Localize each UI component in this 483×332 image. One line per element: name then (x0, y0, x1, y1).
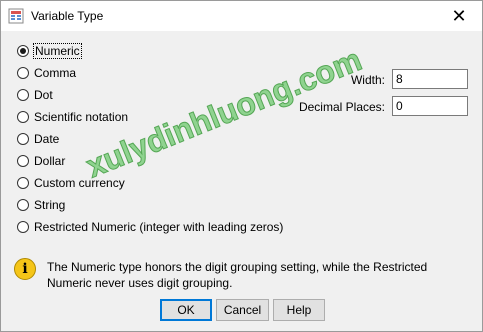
info-icon: i (14, 258, 36, 280)
cancel-button[interactable]: Cancel (216, 299, 269, 321)
radio-button-comma[interactable] (17, 67, 29, 79)
title-bar: Variable Type ✕ (1, 1, 482, 31)
radio-label-comma: Comma (34, 66, 77, 80)
radio-restricted-numeric[interactable]: Restricted Numeric (integer with leading… (17, 218, 283, 236)
help-button[interactable]: Help (273, 299, 325, 321)
radio-button-custom-currency[interactable] (17, 177, 29, 189)
radio-button-date[interactable] (17, 133, 29, 145)
width-label: Width: (350, 73, 385, 87)
radio-button-restricted-numeric[interactable] (17, 221, 29, 233)
window-title: Variable Type (31, 9, 104, 23)
radio-button-string[interactable] (17, 199, 29, 211)
radio-string[interactable]: String (17, 196, 65, 214)
radio-label-dollar: Dollar (34, 154, 66, 168)
radio-label-restricted-numeric: Restricted Numeric (integer with leading… (34, 220, 284, 234)
radio-label-custom-currency: Custom currency (34, 176, 125, 190)
info-message: The Numeric type honors the digit groupi… (47, 260, 428, 290)
radio-scientific-notation[interactable]: Scientific notation (17, 108, 128, 126)
radio-button-numeric[interactable] (17, 45, 29, 57)
radio-label-dot: Dot (34, 88, 53, 102)
radio-button-dollar[interactable] (17, 155, 29, 167)
ok-button[interactable]: OK (160, 299, 212, 321)
radio-label-scientific-notation: Scientific notation (34, 110, 129, 124)
decimal-places-label: Decimal Places: (298, 100, 385, 114)
close-button[interactable]: ✕ (436, 1, 482, 31)
radio-numeric[interactable]: Numeric (17, 42, 82, 60)
radio-button-scientific-notation[interactable] (17, 111, 29, 123)
decimal-places-field[interactable] (392, 96, 468, 116)
radio-dollar[interactable]: Dollar (17, 152, 65, 170)
width-field[interactable] (392, 69, 468, 89)
radio-label-string: String (34, 198, 66, 212)
radio-label-date: Date (34, 132, 60, 146)
radio-button-dot[interactable] (17, 89, 29, 101)
radio-label-numeric: Numeric (33, 43, 82, 59)
radio-dot[interactable]: Dot (17, 86, 53, 104)
radio-comma[interactable]: Comma (17, 64, 76, 82)
variable-type-dialog: Variable Type ✕ Numeric Comma Dot Scient… (0, 0, 483, 332)
spss-app-icon (8, 8, 24, 24)
radio-custom-currency[interactable]: Custom currency (17, 174, 125, 192)
radio-date[interactable]: Date (17, 130, 59, 148)
close-icon: ✕ (451, 5, 467, 26)
